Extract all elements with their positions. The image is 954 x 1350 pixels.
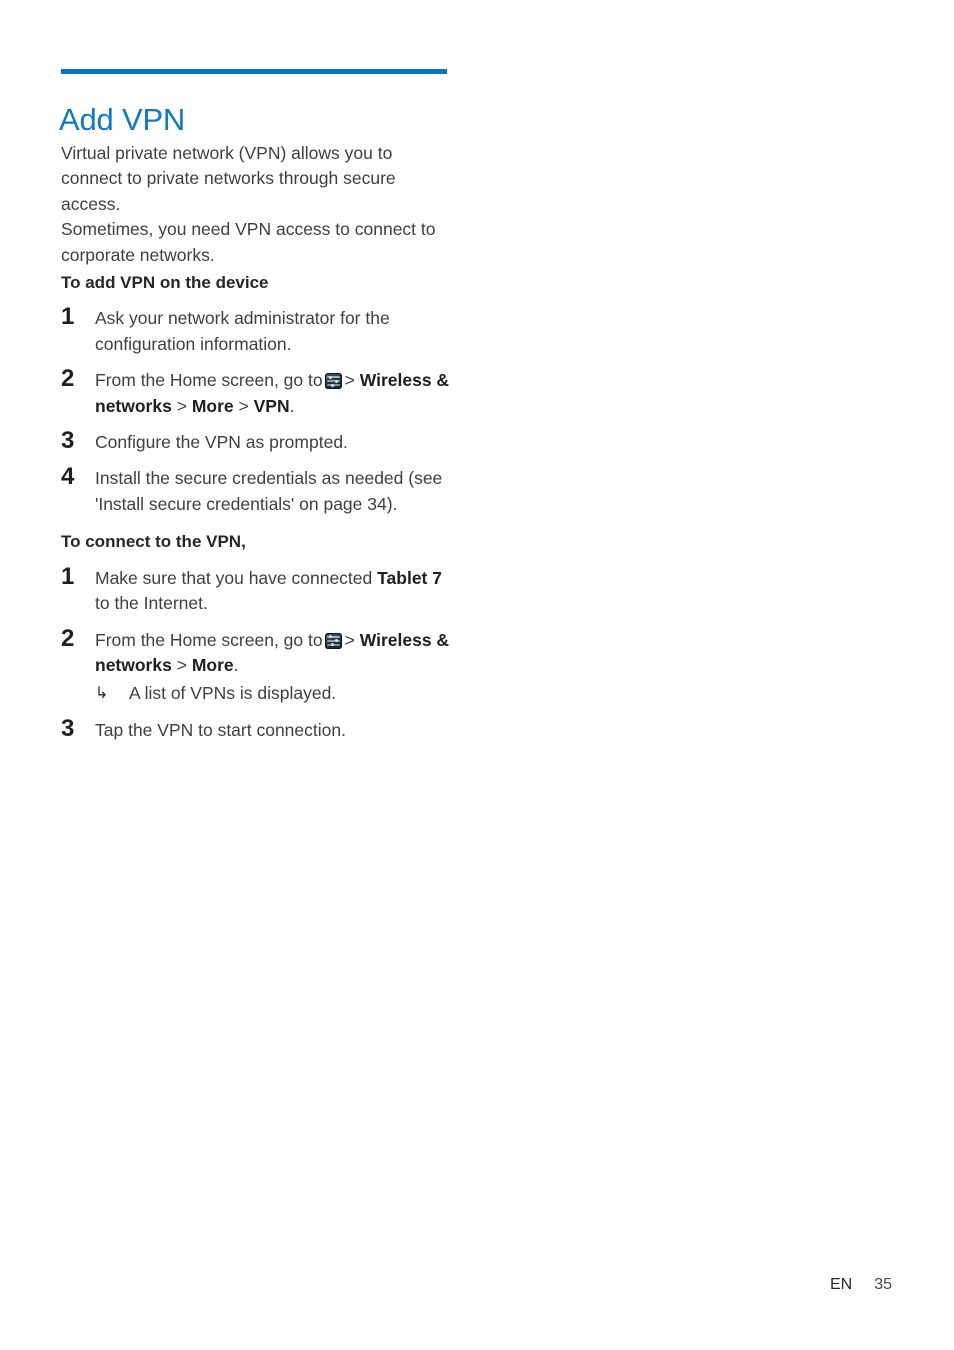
step-item: 2 From the Home screen, go to > Wireless … [61, 365, 453, 419]
product-name: Tablet 7 [377, 567, 442, 588]
menu-path-more: More [191, 654, 234, 675]
page-footer: EN 35 [0, 1276, 954, 1294]
step-number: 2 [61, 624, 75, 652]
step-text: From the Home screen, go to > Wireless & … [95, 630, 449, 675]
step-item: 1 Ask your network administrator for the… [61, 303, 453, 357]
path-separator: > [176, 395, 187, 416]
page-title: Add VPN [59, 101, 186, 137]
section-heading-add-vpn: To add VPN on the device [61, 273, 269, 293]
step-text: From the Home screen, go to > Wireless & … [95, 370, 449, 415]
title-rule [61, 69, 447, 74]
step-trailing-text: . [289, 395, 295, 416]
footer-page-number: 35 [874, 1276, 892, 1293]
page-content: Virtual private network (VPN) allows you… [61, 141, 453, 743]
intro-paragraph-1: Virtual private network (VPN) allows you… [61, 143, 396, 214]
intro-paragraph-2: Sometimes, you need VPN access to connec… [61, 219, 436, 265]
step-result-line: ↳ A list of VPNs is displayed. [95, 681, 453, 706]
path-separator: > [176, 654, 187, 675]
step-text: Ask your network administrator for the c… [95, 308, 390, 354]
step-number: 1 [61, 303, 75, 331]
path-separator: > [344, 629, 355, 650]
step-item: 2 From the Home screen, go to > Wireless … [61, 625, 453, 707]
step-trailing-text: . [233, 654, 239, 675]
step-number: 2 [61, 365, 75, 393]
step-item: 1 Make sure that you have connected Tabl… [61, 563, 453, 617]
menu-path-more: More [191, 395, 234, 416]
step-text: Configure the VPN as prompted. [95, 432, 348, 453]
step-item: 3 Configure the VPN as prompted. [61, 427, 453, 455]
path-separator: > [238, 395, 249, 416]
step-text: Install the secure credentials as needed… [95, 468, 443, 514]
step-number: 1 [61, 562, 75, 590]
step-number: 4 [61, 463, 75, 491]
result-text: A list of VPNs is displayed. [129, 683, 337, 704]
step-text: Make sure that you have connected Tablet… [95, 568, 442, 613]
result-arrow-icon: ↳ [95, 685, 109, 703]
step-number: 3 [61, 714, 75, 742]
step-item: 3 Tap the VPN to start connection. [61, 715, 453, 743]
footer-language: EN [829, 1276, 853, 1293]
path-separator: > [344, 370, 355, 391]
step-trailing-text: to the Internet. [95, 593, 208, 614]
step-lead-text: From the Home screen, go to [95, 629, 323, 650]
android-settings-icon [324, 632, 342, 649]
menu-path-vpn: VPN [253, 395, 290, 416]
step-item: 4 Install the secure credentials as need… [61, 463, 453, 517]
step-number: 3 [61, 427, 75, 455]
section-heading-connect-vpn: To connect to the VPN, [61, 532, 246, 552]
step-lead-text: Make sure that you have connected [95, 567, 373, 588]
document-page: Add VPN Virtual private network (VPN) al… [0, 0, 954, 1350]
step-text: Tap the VPN to start connection. [95, 719, 346, 740]
step-lead-text: From the Home screen, go to [95, 370, 323, 391]
android-settings-icon [324, 373, 342, 390]
